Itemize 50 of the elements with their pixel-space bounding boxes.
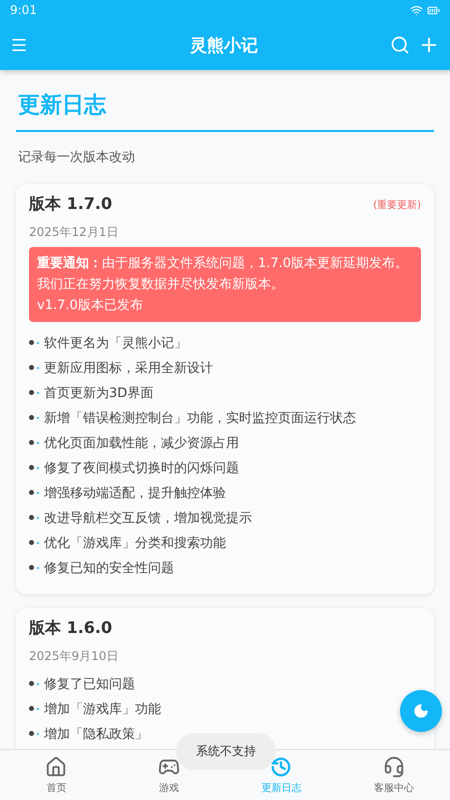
- bullet-icon: [29, 464, 40, 470]
- search-icon: [390, 35, 410, 55]
- support-icon: [382, 756, 405, 778]
- menu-button[interactable]: [10, 36, 28, 54]
- version-title: 版本 1.7.0: [29, 194, 112, 215]
- bullet-icon: [29, 730, 40, 736]
- notice-text: 重要通知：由于服务器文件系统问题，1.7.0版本更新延期发布。我们正在努力恢复数据并尽快发布新版本。: [37, 254, 410, 294]
- status-time: 9:01: [10, 3, 37, 17]
- search-button[interactable]: [390, 35, 410, 55]
- version-title: 版本 1.6.0: [29, 618, 112, 639]
- bullet-icon: [29, 680, 40, 686]
- bullet-icon: [29, 340, 40, 346]
- bullet-icon: [29, 440, 40, 446]
- bullet-icon: [29, 390, 40, 396]
- nav-tab[interactable]: 客服中心: [338, 750, 450, 800]
- page-subtitle: 记录每一次版本改动: [18, 149, 136, 166]
- notice-text: v1.7.0版本已发布: [37, 297, 144, 315]
- toast-message: 系统不支持: [176, 733, 276, 770]
- bullet-icon: [29, 364, 40, 370]
- important-tag: (重要更新): [373, 198, 421, 212]
- bullet-icon: [29, 514, 40, 520]
- change-item: 优化「游戏库」分类和搜索功能: [44, 534, 226, 552]
- change-item: 首页更新为3D界面: [44, 384, 154, 402]
- app-title: 灵熊小记: [189, 34, 259, 56]
- history-icon: [270, 756, 292, 778]
- battery-icon: [427, 4, 440, 16]
- bullet-icon: [29, 540, 40, 546]
- change-item: 增强移动端适配，提升触控体验: [44, 484, 226, 502]
- version-date: 2025年9月10日: [29, 648, 120, 665]
- wifi-icon: [410, 4, 423, 16]
- bullet-icon: [29, 564, 40, 570]
- bullet-icon: [29, 490, 40, 496]
- page-title: 更新日志: [16, 86, 434, 132]
- change-item: 改进导航栏交互反馈，增加视觉提示: [44, 510, 252, 526]
- change-item: 增加「游戏库」功能: [44, 700, 161, 718]
- change-item: 增加「隐私政策」: [44, 726, 148, 742]
- change-item: 新增「错误检测控制台」功能，实时监控页面运行状态: [44, 410, 356, 426]
- change-item: 修复了夜间模式切换时的闪烁问题: [44, 460, 239, 476]
- bullet-icon: [29, 414, 40, 420]
- bullet-icon: [29, 706, 40, 712]
- change-item: 修复了已知问题: [44, 676, 135, 692]
- home-icon: [45, 756, 68, 778]
- version-date: 2025年12月1日: [29, 224, 120, 241]
- change-item: 更新应用图标，采用全新设计: [44, 360, 213, 376]
- change-item: 优化页面加载性能，减少资源占用: [44, 434, 239, 452]
- menu-icon: [10, 36, 28, 54]
- moon-icon: [413, 703, 429, 719]
- nav-tab[interactable]: 首页: [0, 750, 112, 800]
- change-item: 软件更名为「灵熊小记」: [44, 334, 187, 352]
- change-item: 修复已知的安全性问题: [44, 560, 174, 576]
